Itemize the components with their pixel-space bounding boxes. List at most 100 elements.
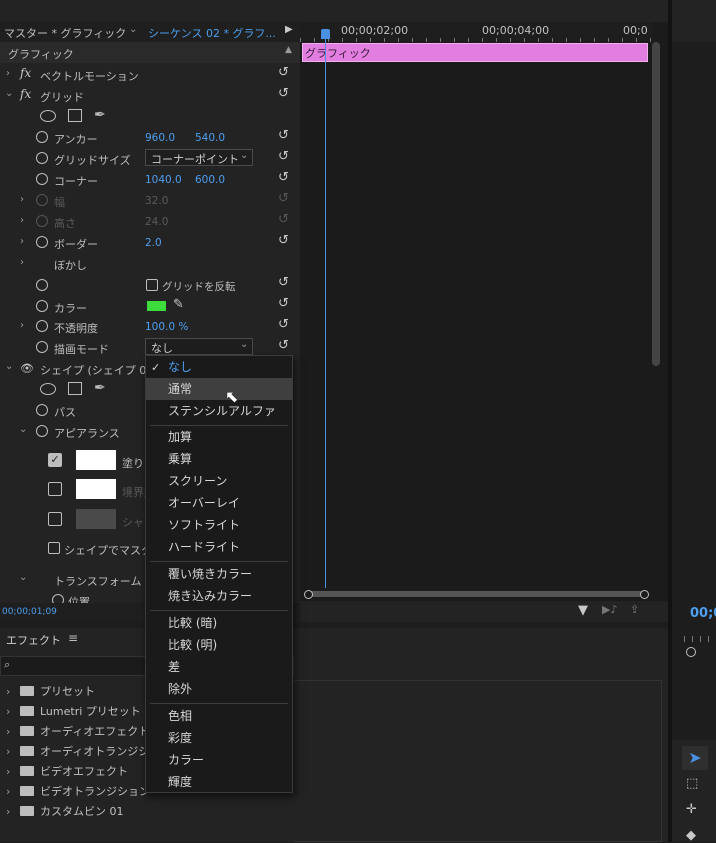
- audio-icon[interactable]: ▶♪: [602, 603, 617, 616]
- menu-item-saturation[interactable]: 彩度: [146, 727, 292, 749]
- menu-item-soft-light[interactable]: ソフトライト: [146, 514, 292, 536]
- collapse-chevron-icon[interactable]: ⌄: [5, 361, 13, 372]
- corner-y-value[interactable]: 600.0: [195, 174, 225, 186]
- reset-icon[interactable]: ↺: [278, 129, 292, 143]
- timeline-area[interactable]: 00;00;02;00 00;00;04;00 00;0 グラフィック ▼ ▶♪…: [300, 22, 668, 622]
- reset-icon[interactable]: ↺: [278, 276, 292, 290]
- graphic-clip[interactable]: グラフィック: [302, 43, 648, 62]
- play-triangle-icon[interactable]: ▶: [285, 24, 293, 35]
- stopwatch-icon[interactable]: [36, 300, 48, 312]
- timecode[interactable]: 00;00;01;09: [2, 607, 57, 617]
- menu-item-screen[interactable]: スクリーン: [146, 470, 292, 492]
- fill-color-swatch[interactable]: [76, 450, 116, 470]
- menu-item-color-burn[interactable]: 焼き込みカラー: [146, 585, 292, 607]
- grid-size-select[interactable]: コーナーポイント ⌄: [145, 149, 253, 166]
- invert-grid-checkbox[interactable]: [146, 279, 158, 291]
- menu-item-luminosity[interactable]: 輝度: [146, 771, 292, 793]
- ellipse-mask-icon[interactable]: [40, 110, 56, 122]
- reset-icon[interactable]: ↺: [278, 339, 292, 353]
- rectangle-mask-icon[interactable]: [68, 109, 82, 122]
- border-value[interactable]: 2.0: [145, 237, 162, 249]
- menu-item-color[interactable]: カラー: [146, 749, 292, 771]
- stroke-checkbox[interactable]: [48, 482, 62, 496]
- stopwatch-icon[interactable]: [36, 236, 48, 248]
- menu-item-normal[interactable]: 通常: [146, 378, 292, 400]
- reset-icon[interactable]: ↺: [278, 171, 292, 185]
- expand-chevron-icon[interactable]: ›: [20, 215, 24, 226]
- stopwatch-icon[interactable]: [36, 173, 48, 185]
- menu-item-hard-light[interactable]: ハードライト: [146, 536, 292, 558]
- opacity-value[interactable]: 100.0 %: [145, 321, 188, 333]
- chevron-down-icon[interactable]: ⌄: [129, 24, 137, 35]
- collapse-chevron-icon[interactable]: ⌄: [19, 572, 27, 583]
- right-scroll-handle[interactable]: [686, 647, 696, 657]
- menu-item-color-dodge[interactable]: 覆い焼きカラー: [146, 563, 292, 585]
- playhead-handle[interactable]: [321, 29, 330, 39]
- master-tab[interactable]: マスター * グラフィック: [4, 25, 126, 41]
- expand-chevron-icon[interactable]: ›: [20, 320, 24, 331]
- right-timecode[interactable]: 00;0: [690, 606, 716, 621]
- stopwatch-icon[interactable]: [36, 279, 48, 291]
- panel-menu-icon[interactable]: ≡: [68, 631, 78, 645]
- menu-item-darken[interactable]: 比較 (暗): [146, 612, 292, 634]
- sequence-tab[interactable]: シーケンス 02 * グラフ...: [148, 25, 276, 41]
- color-swatch[interactable]: [147, 301, 166, 311]
- vertical-scrollbar[interactable]: [652, 42, 660, 366]
- expand-chevron-icon[interactable]: ›: [20, 194, 24, 205]
- reset-icon[interactable]: ↺: [278, 234, 292, 248]
- track-select-tool-icon[interactable]: ⬚: [686, 776, 698, 791]
- menu-item-add[interactable]: 加算: [146, 426, 292, 448]
- anchor-y-value[interactable]: 540.0: [195, 132, 225, 144]
- fx-icon[interactable]: fx: [20, 87, 31, 101]
- shadow-checkbox[interactable]: [48, 512, 62, 526]
- blend-mode-select[interactable]: なし ⌄: [145, 338, 253, 355]
- eye-icon[interactable]: 👁: [20, 362, 34, 375]
- reset-icon[interactable]: ↺: [278, 150, 292, 164]
- corner-x-value[interactable]: 1040.0: [145, 174, 182, 186]
- reset-icon[interactable]: ↺: [278, 297, 292, 311]
- pen-tool-icon[interactable]: ✒: [94, 107, 106, 123]
- fx-icon[interactable]: fx: [20, 66, 31, 80]
- menu-item-none[interactable]: なし: [146, 356, 292, 378]
- vector-motion-label: ベクトルモーション: [40, 70, 139, 83]
- expand-chevron-icon[interactable]: ›: [20, 236, 24, 247]
- stopwatch-icon[interactable]: [36, 152, 48, 164]
- stopwatch-icon[interactable]: [36, 425, 48, 437]
- fill-checkbox[interactable]: ✓: [48, 453, 62, 467]
- collapse-triangle-icon[interactable]: ▲: [285, 45, 292, 55]
- stopwatch-icon[interactable]: [36, 404, 48, 416]
- pen-tool-icon[interactable]: ✒: [94, 380, 106, 396]
- collapse-chevron-icon[interactable]: ⌄: [5, 88, 13, 99]
- menu-item-lighten[interactable]: 比較 (明): [146, 634, 292, 656]
- export-icon[interactable]: ⇪: [630, 603, 639, 616]
- menu-item-multiply[interactable]: 乗算: [146, 448, 292, 470]
- menu-item-difference[interactable]: 差: [146, 656, 292, 678]
- reset-icon[interactable]: ↺: [278, 66, 292, 80]
- menu-item-overlay[interactable]: オーバーレイ: [146, 492, 292, 514]
- stopwatch-icon[interactable]: [36, 341, 48, 353]
- ellipse-mask-icon[interactable]: [40, 383, 56, 395]
- scroll-handle-left[interactable]: [304, 590, 313, 599]
- menu-item-stencil-alpha[interactable]: ステンシルアルファ: [146, 400, 292, 422]
- horizontal-scrollbar[interactable]: [308, 591, 644, 597]
- menu-item-exclusion[interactable]: 除外: [146, 678, 292, 700]
- scroll-handle-right[interactable]: [640, 590, 649, 599]
- razor-tool-icon[interactable]: ◆: [686, 828, 696, 843]
- reset-icon[interactable]: ↺: [278, 318, 292, 332]
- selection-tool-icon[interactable]: ➤: [682, 746, 708, 770]
- stopwatch-icon[interactable]: [36, 131, 48, 143]
- menu-item-hue[interactable]: 色相: [146, 705, 292, 727]
- mask-checkbox[interactable]: [48, 542, 60, 554]
- filter-icon[interactable]: ▼: [578, 603, 588, 618]
- expand-chevron-icon[interactable]: ›: [20, 257, 24, 268]
- stroke-color-swatch[interactable]: [76, 479, 116, 499]
- ripple-edit-tool-icon[interactable]: ✛: [686, 802, 697, 817]
- anchor-x-value[interactable]: 960.0: [145, 132, 175, 144]
- shadow-color-swatch[interactable]: [76, 509, 116, 529]
- collapse-chevron-icon[interactable]: ⌄: [19, 424, 27, 435]
- rectangle-mask-icon[interactable]: [68, 382, 82, 395]
- stopwatch-icon[interactable]: [36, 320, 48, 332]
- eyedropper-icon[interactable]: ✎: [173, 297, 184, 312]
- expand-chevron-icon[interactable]: ›: [6, 68, 10, 79]
- reset-icon[interactable]: ↺: [278, 87, 292, 101]
